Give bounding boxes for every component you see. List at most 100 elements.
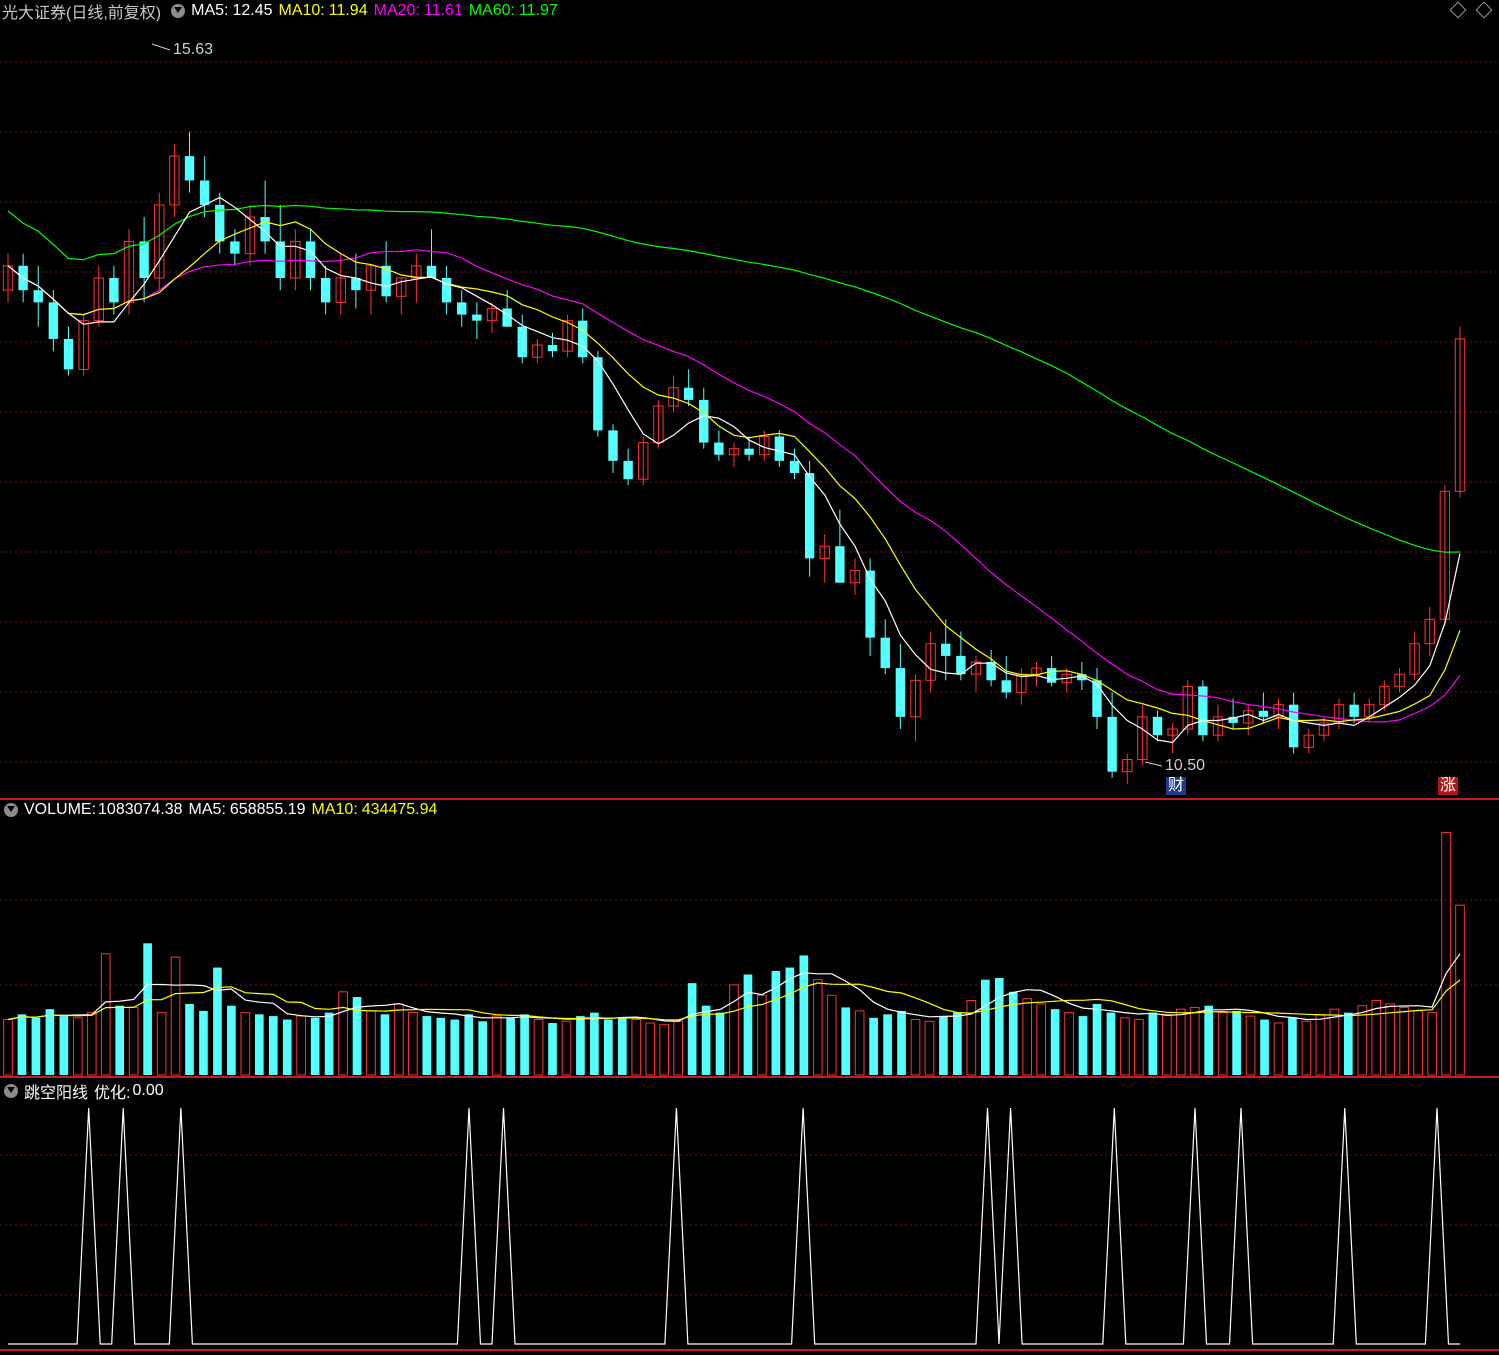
volume-bar — [1273, 1022, 1284, 1076]
candle-body — [48, 302, 59, 339]
volume-bar — [352, 997, 362, 1075]
volume-bar — [1175, 1008, 1186, 1076]
volume-bar — [1217, 1012, 1228, 1076]
candle-body — [880, 637, 890, 669]
volume-bar — [227, 1005, 236, 1075]
volume-bar — [939, 1016, 948, 1075]
vol-ma5-label: MA5: — [188, 801, 226, 818]
volume-bar — [464, 1014, 474, 1075]
candle-body — [1349, 704, 1359, 717]
candle-body — [1258, 710, 1269, 717]
volume-bar — [1315, 1013, 1326, 1076]
volume-bar — [771, 971, 781, 1075]
candle-body — [63, 338, 74, 370]
volume-bar — [994, 977, 1004, 1075]
ma60-line — [7, 204, 1461, 553]
volume-bar — [869, 1017, 878, 1075]
ma20-line — [7, 249, 1461, 723]
volume-bar — [701, 1005, 711, 1075]
candle-body — [184, 156, 195, 181]
volume-bar — [310, 1017, 320, 1075]
volume-bar — [324, 1012, 334, 1075]
candle-body — [275, 241, 285, 278]
volume-bar — [1455, 904, 1465, 1076]
volume-bar — [366, 1010, 376, 1076]
candle-body — [593, 357, 603, 431]
collapse-circle-icon[interactable] — [4, 803, 18, 817]
candle-body — [578, 320, 588, 358]
indicator-param-label: 优化: — [94, 1085, 131, 1102]
volume-bar — [729, 984, 739, 1076]
volume-bar — [100, 953, 111, 1076]
volume-bar — [687, 983, 697, 1075]
volume-bar — [268, 1016, 278, 1075]
volume-bar — [240, 1012, 251, 1076]
candle-body — [305, 241, 316, 278]
volume-bar — [199, 1010, 208, 1075]
candle-body — [1001, 680, 1011, 693]
ma10-label: MA10: — [278, 2, 325, 19]
candle-body — [699, 399, 709, 443]
volume-bar — [1399, 1006, 1409, 1076]
volume-bar — [72, 1017, 83, 1076]
volume-bar — [520, 1014, 529, 1075]
candle-body — [472, 314, 482, 321]
volume-bar — [980, 979, 990, 1075]
volume-bar — [631, 1019, 642, 1076]
vol-ma5-value: 658855.19 — [229, 801, 306, 818]
ma20-value: 11.61 — [423, 2, 463, 19]
candle-body — [1152, 716, 1163, 736]
volume-bar — [115, 1005, 125, 1075]
candle-body — [789, 460, 800, 474]
volume-bar — [1357, 1005, 1368, 1076]
candle-body — [804, 473, 815, 559]
volume-bar — [478, 1021, 488, 1075]
volume-bar — [841, 1007, 851, 1075]
volume-bar — [715, 1012, 725, 1075]
volume-bar — [659, 1024, 670, 1076]
stock-title: 光大证券(日线,前复权) — [2, 5, 162, 22]
volume-bar — [1064, 1012, 1074, 1076]
high-marker — [151, 43, 171, 51]
ma20-label: MA20: — [373, 2, 420, 19]
candle-body — [608, 430, 618, 461]
volume-bar — [422, 1016, 432, 1075]
volume-bar — [450, 1019, 460, 1075]
candle-body — [683, 387, 694, 400]
volume-bar — [143, 943, 152, 1075]
volume-bar — [1050, 1009, 1060, 1075]
volume-bar — [436, 1017, 446, 1075]
volume-panel-header: VOLUME: 1083074.38 MA5: 658855.19 MA10: … — [0, 799, 443, 821]
candle-body — [426, 265, 437, 278]
candle-body — [895, 668, 906, 717]
volume-bar — [31, 1017, 41, 1075]
candle-body — [33, 290, 43, 303]
volume-bar — [561, 1020, 572, 1076]
candle-body — [109, 278, 119, 303]
volume-bar — [1371, 999, 1382, 1076]
ma10-line — [7, 221, 1461, 730]
candle-body — [547, 345, 558, 352]
candle-body — [1107, 716, 1117, 772]
ma5-value: 12.45 — [232, 2, 273, 19]
collapse-circle-icon[interactable] — [171, 4, 186, 18]
volume-bar — [1204, 1005, 1214, 1075]
volume-bar — [1036, 1003, 1046, 1076]
gap-up-indicator-line — [8, 1107, 1460, 1345]
volume-bar — [1022, 998, 1033, 1076]
indicator-param-value: 0.00 — [132, 1082, 164, 1099]
volume-bar — [1120, 1017, 1130, 1076]
volume-bar — [590, 1012, 599, 1075]
collapse-circle-icon[interactable] — [4, 1084, 18, 1098]
volume-bar — [1134, 1019, 1144, 1076]
volume-bar — [1441, 831, 1451, 1076]
volume-bar — [785, 967, 795, 1075]
volume-bar — [910, 1019, 921, 1076]
vol-ma10-value: 434475.94 — [361, 801, 438, 818]
candle-body — [351, 278, 361, 291]
indicator-name: 跳空阳线 — [24, 1085, 89, 1102]
volume-bar — [1189, 1006, 1200, 1076]
volume-bar — [1288, 1017, 1297, 1075]
volume-bar — [156, 1012, 167, 1076]
candle-body — [1046, 668, 1057, 683]
